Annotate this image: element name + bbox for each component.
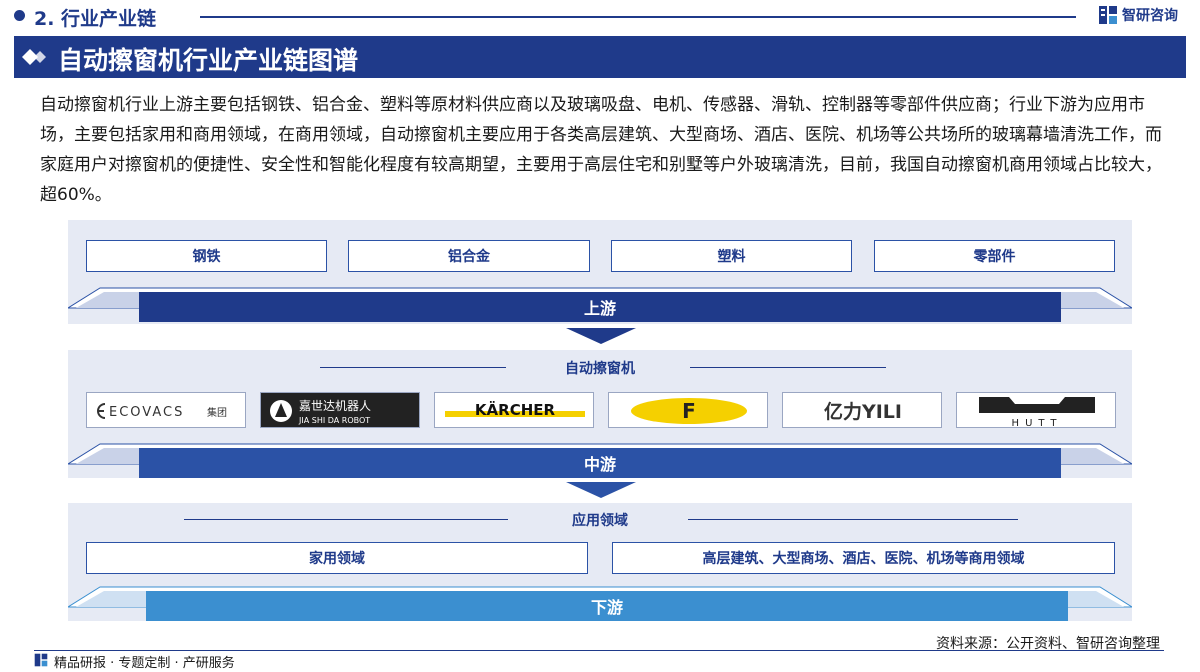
page-title: 自动擦窗机行业产业链图谱 <box>58 46 359 75</box>
ecovacs-suffix: 集团 <box>207 406 227 419</box>
footer-slogan: 精品研报 · 专题定制 · 产研服务 <box>54 656 235 671</box>
hutt-text: HUTT <box>1012 418 1063 428</box>
f-logo: F <box>608 392 768 428</box>
arrow-down-icon <box>566 482 636 498</box>
upstream-bar: 上游 <box>139 292 1061 322</box>
downstream-bar: 下游 <box>146 591 1068 621</box>
downstream-item-household: 家用领域 <box>86 542 588 574</box>
midstream-heading-line-left <box>320 367 506 368</box>
downstream-item-commercial: 高层建筑、大型商场、酒店、医院、机场等商用领域 <box>612 542 1115 574</box>
karcher-text: KÄRCHER <box>475 400 556 419</box>
midstream-heading: 自动擦窗机 <box>565 361 635 377</box>
yili-logo: 亿力YILI <box>782 392 942 428</box>
brand-logo-icon <box>1099 6 1117 24</box>
upstream-item-steel: 钢铁 <box>86 240 327 272</box>
jiashida-text-cn: 嘉世达机器人 <box>299 399 371 413</box>
description-text: 自动擦窗机行业上游主要包括钢铁、铝合金、塑料等原材料供应商以及玻璃吸盘、电机、传… <box>40 95 1162 205</box>
bullet-dot-icon <box>14 10 25 21</box>
karcher-logo: KÄRCHER <box>434 392 594 428</box>
brand: 智研咨询 <box>1098 5 1178 25</box>
brand-logo-icon <box>34 653 48 667</box>
footer-divider <box>34 650 1164 651</box>
diamond-icon <box>22 49 46 65</box>
upstream-item-aluminum: 铝合金 <box>348 240 590 272</box>
top-header: 2. 行业产业链 智研咨询 <box>0 0 1200 34</box>
yili-text: 亿力YILI <box>824 400 902 423</box>
arrow-down-icon <box>566 328 636 344</box>
f-logo-text: F <box>682 399 696 423</box>
upstream-item-plastic: 塑料 <box>611 240 852 272</box>
brand-name: 智研咨询 <box>1122 8 1178 24</box>
downstream-heading-line-left <box>184 519 508 520</box>
header-divider <box>200 16 1076 18</box>
jiashida-logo: 嘉世达机器人 JIA SHI DA ROBOT <box>260 392 420 428</box>
ecovacs-text: ECOVACS <box>109 405 184 420</box>
midstream-bar: 中游 <box>139 448 1061 478</box>
jiashida-text-en: JIA SHI DA ROBOT <box>298 416 370 425</box>
title-banner: 自动擦窗机行业产业链图谱 <box>14 36 1186 78</box>
downstream-heading: 应用领域 <box>572 513 628 529</box>
ecovacs-logo: ECOVACS 集团 <box>86 392 246 428</box>
upstream-item-components: 零部件 <box>874 240 1115 272</box>
hutt-logo: HUTT <box>956 392 1116 428</box>
section-title: 2. 行业产业链 <box>34 8 157 30</box>
downstream-heading-line-right <box>688 519 1018 520</box>
midstream-heading-line-right <box>690 367 886 368</box>
